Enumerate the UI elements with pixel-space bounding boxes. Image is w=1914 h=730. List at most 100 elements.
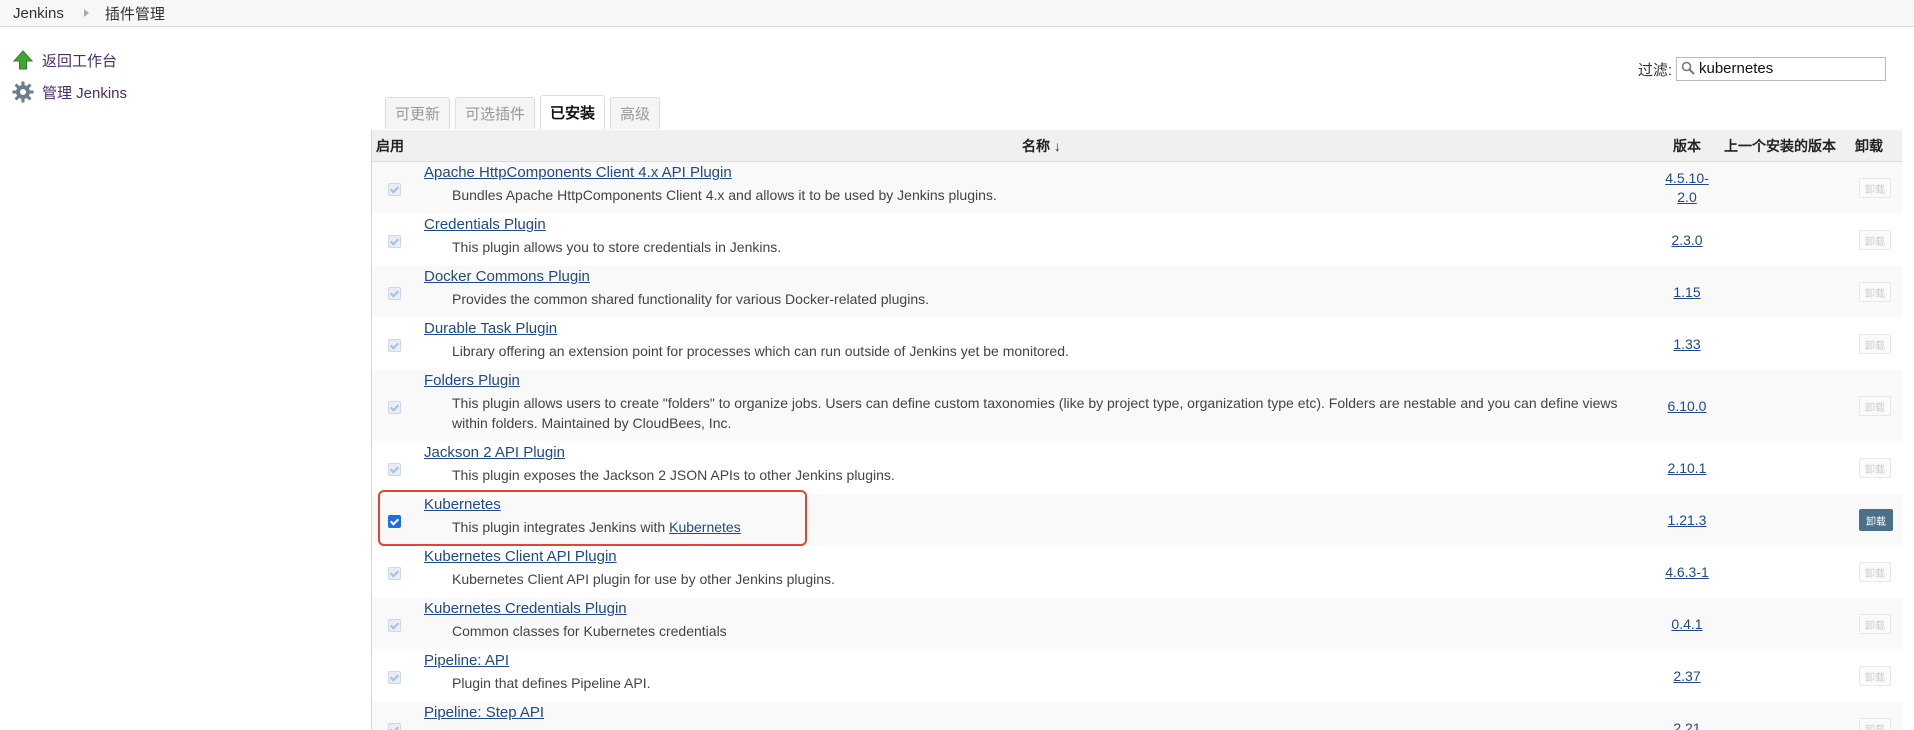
uninstall-button[interactable]: 卸载	[1859, 509, 1893, 531]
plugin-description-text: Provides the common shared functionality…	[452, 291, 930, 307]
table-header: 启用 名称 ↓ 版本 上一个安装的版本 卸载	[372, 130, 1902, 162]
enable-checkbox[interactable]	[388, 567, 401, 580]
version-link[interactable]: 1.33	[1656, 335, 1718, 354]
filter-input[interactable]	[1699, 58, 1879, 78]
plugin-description: Plugin that defines Pipeline API.	[452, 673, 1657, 693]
plugin-name-link[interactable]: Credentials Plugin	[424, 216, 546, 233]
uninstall-button[interactable]: 卸载	[1859, 282, 1891, 302]
breadcrumb-separator-icon	[83, 9, 89, 17]
plugin-description-text: Plugin that defines Pipeline API.	[452, 675, 651, 691]
up-arrow-icon	[12, 49, 34, 71]
version-link[interactable]: 2.3.0	[1656, 231, 1718, 250]
uninstall-button[interactable]: 卸载	[1859, 230, 1891, 250]
table-row: Credentials Plugin This plugin allows you…	[372, 214, 1902, 266]
plugin-name-link[interactable]: Kubernetes	[424, 496, 501, 513]
version-link[interactable]: 1.15	[1656, 283, 1718, 302]
version-link[interactable]: 0.4.1	[1656, 615, 1718, 634]
enable-checkbox[interactable]	[388, 287, 401, 300]
table-row: Kubernetes Client API Plugin Kubernetes C…	[372, 546, 1902, 598]
filter-label: 过滤:	[1637, 61, 1672, 79]
sidebar: 返回工作台 管理 Jenkins	[12, 44, 127, 108]
version-link[interactable]: 4.6.3-1	[1656, 563, 1718, 582]
tab-installed[interactable]: 已安装	[540, 95, 606, 129]
plugin-description-text: Kubernetes Client API plugin for use by …	[452, 571, 835, 587]
uninstall-button[interactable]: 卸载	[1859, 718, 1891, 730]
table-row: Kubernetes Credentials Plugin Common clas…	[372, 598, 1902, 650]
plugin-description-text: Common classes for Kubernetes credential…	[452, 623, 727, 639]
sidebar-item-label: 返回工作台	[42, 52, 118, 70]
enable-checkbox[interactable]	[388, 515, 401, 528]
tab-updates[interactable]: 可更新	[385, 97, 451, 129]
enable-checkbox[interactable]	[388, 723, 401, 730]
plugin-description-text: Bundles Apache HttpComponents Client 4.x…	[452, 187, 997, 203]
uninstall-button[interactable]: 卸载	[1859, 614, 1891, 634]
header-previous-version: 上一个安装的版本	[1724, 137, 1836, 154]
plugin-description-text: This plugin allows you to store credenti…	[452, 239, 782, 255]
plugin-name-link[interactable]: Folders Plugin	[424, 372, 520, 389]
enable-checkbox[interactable]	[388, 463, 401, 476]
breadcrumb-jenkins[interactable]: Jenkins	[13, 5, 64, 22]
breadcrumb-plugin-manager[interactable]: 插件管理	[105, 3, 165, 24]
header-enable: 启用	[376, 137, 404, 154]
enable-checkbox[interactable]	[388, 339, 401, 352]
uninstall-button[interactable]: 卸载	[1859, 562, 1891, 582]
enable-checkbox[interactable]	[388, 235, 401, 248]
filter: 过滤:	[1638, 57, 1886, 81]
description-link[interactable]: Kubernetes	[669, 519, 741, 535]
table-row: Pipeline: Step API 2.21 卸载	[372, 702, 1902, 730]
tab-bar: 可更新 可选插件 已安装 高级	[385, 95, 661, 129]
version-link[interactable]: 2.37	[1656, 667, 1718, 686]
search-icon	[1681, 61, 1695, 79]
table-row: Apache HttpComponents Client 4.x API Plu…	[372, 162, 1902, 214]
table-row: Pipeline: API Plugin that defines Pipelin…	[372, 650, 1902, 702]
plugin-name-link[interactable]: Apache HttpComponents Client 4.x API Plu…	[424, 164, 732, 181]
table-row: Docker Commons Plugin Provides the common…	[372, 266, 1902, 318]
enable-checkbox[interactable]	[388, 401, 401, 414]
breadcrumb: Jenkins 插件管理	[0, 0, 1914, 27]
uninstall-button[interactable]: 卸载	[1859, 396, 1891, 416]
plugin-table: 启用 名称 ↓ 版本 上一个安装的版本 卸载 Apache HttpCompon…	[371, 130, 1902, 730]
enable-checkbox[interactable]	[388, 619, 401, 632]
plugin-description: Bundles Apache HttpComponents Client 4.x…	[452, 185, 1657, 205]
plugin-description-text: This plugin exposes the Jackson 2 JSON A…	[452, 467, 895, 483]
uninstall-button[interactable]: 卸载	[1859, 178, 1891, 198]
tab-advanced[interactable]: 高级	[610, 97, 661, 129]
version-link[interactable]: 1.21.3	[1656, 511, 1718, 530]
plugin-name-link[interactable]: Kubernetes Client API Plugin	[424, 548, 617, 565]
plugin-rows: Apache HttpComponents Client 4.x API Plu…	[372, 162, 1902, 730]
plugin-name-link[interactable]: Kubernetes Credentials Plugin	[424, 600, 627, 617]
plugin-name-link[interactable]: Pipeline: Step API	[424, 704, 544, 721]
version-link[interactable]: 4.5.10-2.0	[1656, 169, 1718, 207]
header-version[interactable]: 版本	[1673, 136, 1701, 156]
plugin-name-link[interactable]: Durable Task Plugin	[424, 320, 557, 337]
header-name-sort[interactable]: 名称 ↓	[1022, 136, 1061, 156]
table-row: Kubernetes This plugin integrates Jenkins…	[372, 494, 1902, 546]
plugin-description: Provides the common shared functionality…	[452, 289, 1657, 309]
enable-checkbox[interactable]	[388, 183, 401, 196]
sidebar-item-label: 管理 Jenkins	[42, 84, 128, 102]
gear-icon	[12, 81, 34, 103]
plugin-name-link[interactable]: Pipeline: API	[424, 652, 509, 669]
plugin-name-link[interactable]: Docker Commons Plugin	[424, 268, 590, 285]
plugin-name-link[interactable]: Jackson 2 API Plugin	[424, 444, 565, 461]
version-link[interactable]: 6.10.0	[1656, 397, 1718, 416]
uninstall-button[interactable]: 卸载	[1859, 458, 1891, 478]
sidebar-item-manage-jenkins[interactable]: 管理 Jenkins	[12, 76, 127, 108]
uninstall-button[interactable]: 卸载	[1859, 334, 1891, 354]
uninstall-button[interactable]: 卸载	[1859, 666, 1891, 686]
plugin-description: This plugin integrates Jenkins with Kube…	[452, 517, 1657, 537]
plugin-description-text: This plugin integrates Jenkins with	[452, 519, 670, 535]
table-row: Durable Task Plugin Library offering an e…	[372, 318, 1902, 370]
table-row: Folders Plugin This plugin allows users t…	[372, 370, 1902, 442]
plugin-description-text: Library offering an extension point for …	[452, 343, 1069, 359]
version-link[interactable]: 2.10.1	[1656, 459, 1718, 478]
plugin-description: This plugin allows users to create "fold…	[452, 393, 1657, 433]
plugin-description: Library offering an extension point for …	[452, 341, 1657, 361]
plugin-description-text: This plugin allows users to create "fold…	[452, 395, 1618, 431]
plugin-description: Common classes for Kubernetes credential…	[452, 621, 1657, 641]
enable-checkbox[interactable]	[388, 671, 401, 684]
table-row: Jackson 2 API Plugin This plugin exposes …	[372, 442, 1902, 494]
sidebar-item-back-to-dashboard[interactable]: 返回工作台	[12, 44, 127, 76]
tab-available[interactable]: 可选插件	[455, 97, 536, 129]
filter-box	[1676, 57, 1886, 81]
